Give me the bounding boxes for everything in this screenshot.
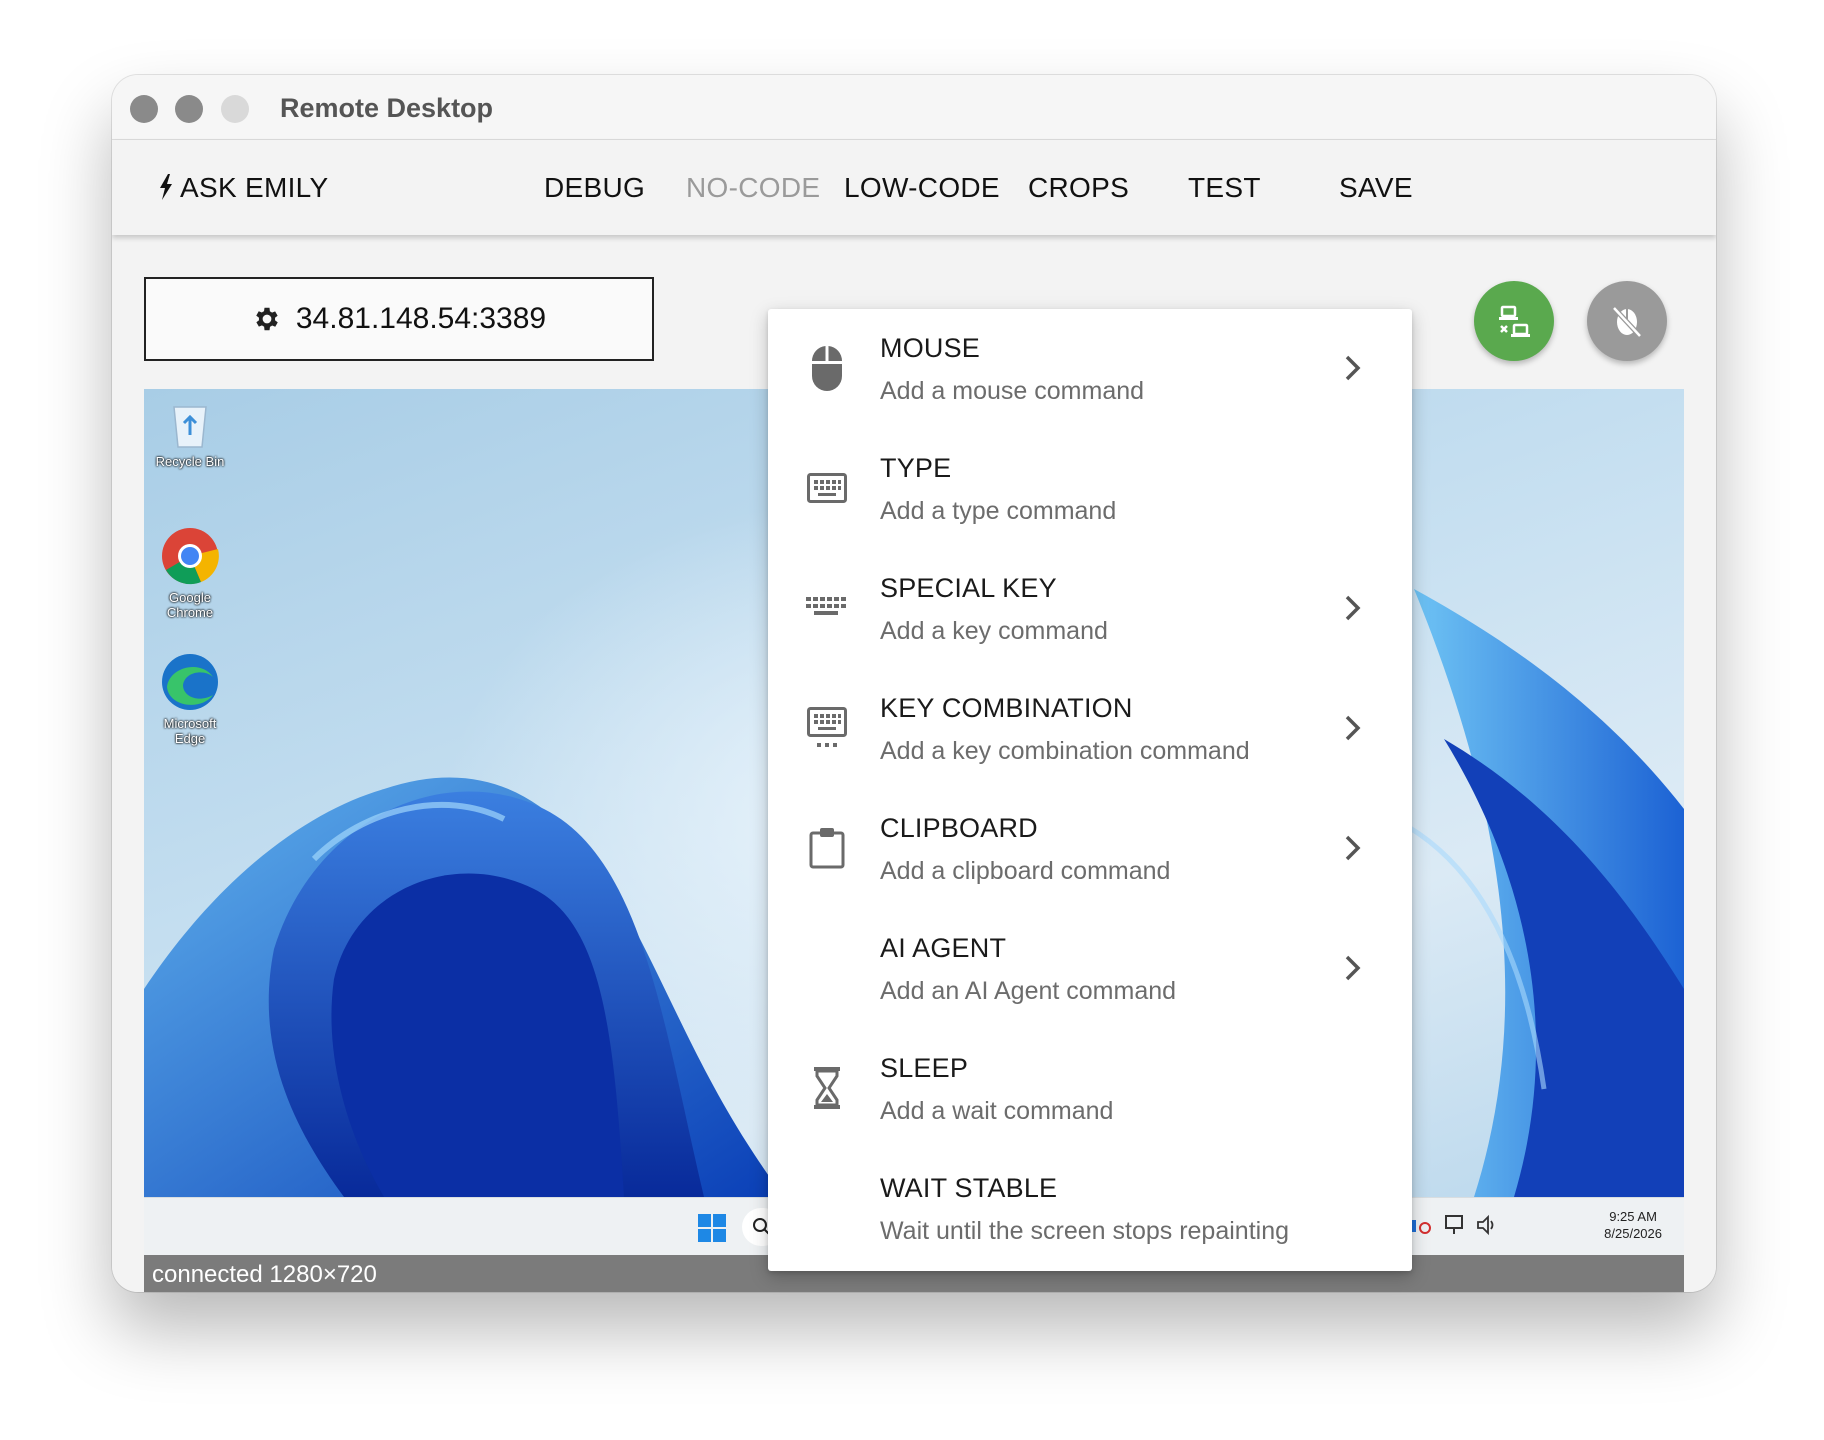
mouse-off-button[interactable] xyxy=(1587,281,1667,361)
menu-item-key-combination[interactable]: KEY COMBINATION Add a key combination co… xyxy=(768,669,1412,789)
menu-item-title: MOUSE xyxy=(880,333,981,363)
test-button[interactable]: TEST xyxy=(1188,172,1261,204)
edge-icon xyxy=(162,654,218,710)
menu-item-sleep[interactable]: SLEEP Add a wait command xyxy=(768,1029,1412,1149)
menu-item-title: SLEEP xyxy=(880,1053,969,1083)
recycle-bin-icon[interactable]: Recycle Bin xyxy=(154,401,226,469)
menu-item-subtitle: Add a key command xyxy=(880,617,1108,645)
menu-item-special-key[interactable]: SPECIAL KEY Add a key command xyxy=(768,549,1412,669)
edge-label-line1: Microsoft xyxy=(163,716,217,731)
minimize-window-button[interactable] xyxy=(175,95,203,123)
menu-item-title: SPECIAL KEY xyxy=(880,573,1057,603)
menu-item-title: KEY COMBINATION xyxy=(880,693,1133,723)
clipboard-icon xyxy=(806,823,848,873)
windows-start-icon[interactable] xyxy=(698,1214,726,1242)
menu-item-type[interactable]: TYPE Add a type command xyxy=(768,429,1412,549)
chevron-right-icon xyxy=(1345,835,1361,861)
menu-item-subtitle: Add a wait command xyxy=(880,1097,1114,1125)
lightning-icon xyxy=(160,174,172,200)
menu-item-subtitle: Add a type command xyxy=(880,497,1117,525)
chrome-label-line2: Chrome xyxy=(166,605,214,620)
menu-item-wait-stable[interactable]: WAIT STABLE Wait until the screen stops … xyxy=(768,1149,1412,1269)
low-code-button[interactable]: LOW-CODE xyxy=(844,172,1000,204)
toolbar: ASK EMILY DEBUG NO-CODE LOW-CODE CROPS T… xyxy=(112,140,1716,235)
debug-button[interactable]: DEBUG xyxy=(544,172,645,204)
keyboard-alt-icon xyxy=(806,583,848,633)
gear-icon xyxy=(256,307,278,331)
edge-desktop-icon[interactable]: Microsoft Edge xyxy=(154,653,226,746)
recycle-bin-label: Recycle Bin xyxy=(155,454,225,469)
chevron-right-icon xyxy=(1345,355,1361,381)
crops-button[interactable]: CROPS xyxy=(1028,172,1129,204)
tray-display-icon[interactable] xyxy=(1444,1214,1468,1236)
no-code-button[interactable]: NO-CODE xyxy=(686,172,820,204)
tray-date: 8/25/2026 xyxy=(1604,1226,1662,1241)
chrome-label-line1: Google xyxy=(169,590,211,605)
edge-label-line2: Edge xyxy=(174,731,206,746)
mouse-off-icon xyxy=(1612,306,1642,338)
menu-item-subtitle: Add a mouse command xyxy=(880,377,1145,405)
computer-disconnect-icon xyxy=(1499,305,1530,337)
ask-emily-label: ASK EMILY xyxy=(180,172,329,203)
mouse-icon xyxy=(806,343,848,393)
tray-time: 9:25 AM xyxy=(1609,1209,1657,1224)
menu-item-title: TYPE xyxy=(880,453,952,483)
menu-item-clipboard[interactable]: CLIPBOARD Add a clipboard command xyxy=(768,789,1412,909)
menu-item-subtitle: Wait until the screen stops repainting xyxy=(880,1217,1290,1245)
host-settings-button[interactable]: 34.81.148.54:3389 xyxy=(144,277,654,361)
title-bar: Remote Desktop xyxy=(112,75,1716,140)
menu-item-subtitle: Add a clipboard command xyxy=(880,857,1171,885)
host-address: 34.81.148.54:3389 xyxy=(295,302,547,335)
menu-item-ai-agent[interactable]: AI AGENT Add an AI Agent command xyxy=(768,909,1412,1029)
zoom-window-button[interactable] xyxy=(221,95,249,123)
menu-item-subtitle: Add an AI Agent command xyxy=(880,977,1177,1005)
chevron-right-icon xyxy=(1345,715,1361,741)
save-button[interactable]: SAVE xyxy=(1339,172,1413,204)
chevron-right-icon xyxy=(1345,595,1361,621)
chrome-icon xyxy=(162,528,219,585)
ask-emily-button[interactable]: ASK EMILY xyxy=(158,172,328,204)
menu-item-subtitle: Add a key combination command xyxy=(880,737,1250,765)
menu-item-title: WAIT STABLE xyxy=(880,1173,1058,1203)
close-window-button[interactable] xyxy=(130,95,158,123)
chevron-right-icon xyxy=(1345,955,1361,981)
command-menu: MOUSE Add a mouse command TYPE Add a typ… xyxy=(768,309,1412,1271)
menu-item-mouse[interactable]: MOUSE Add a mouse command xyxy=(768,309,1412,429)
window-title: Remote Desktop xyxy=(280,93,494,123)
menu-item-title: AI AGENT xyxy=(880,933,1007,963)
keyboard-command-icon xyxy=(806,703,848,753)
network-action-button[interactable] xyxy=(1474,281,1554,361)
keyboard-icon xyxy=(806,463,848,513)
menu-item-title: CLIPBOARD xyxy=(880,813,1038,843)
tray-clock[interactable]: 9:25 AM 8/25/2026 xyxy=(1604,1208,1662,1242)
chrome-desktop-icon[interactable]: Google Chrome xyxy=(154,527,226,620)
tray-volume-icon[interactable] xyxy=(1476,1214,1500,1236)
hourglass-icon xyxy=(806,1063,848,1113)
recycle-bin-icon-graphic xyxy=(173,406,207,448)
